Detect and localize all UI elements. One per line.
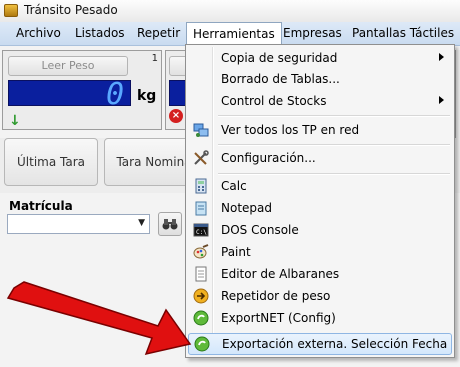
read-weight-button[interactable]: Leer Peso — [8, 56, 128, 76]
menu-item-label: Paint — [221, 245, 251, 259]
menu-item-dos-console[interactable]: C:\ DOS Console — [188, 219, 452, 241]
network-icon — [193, 123, 209, 137]
menu-herramientas[interactable]: Herramientas — [186, 22, 282, 45]
menu-item-label: Repetidor de peso — [221, 289, 331, 303]
weight-unit: kg — [137, 88, 157, 104]
menu-item-label: ExportNET (Config) — [221, 311, 336, 325]
weight-display: 0 — [8, 77, 131, 112]
window-title: Tránsito Pesado — [24, 3, 118, 17]
menu-bar: Archivo Listados Repetir Herramientas Em… — [0, 22, 460, 46]
search-button[interactable] — [158, 212, 182, 236]
menu-separator — [218, 144, 450, 146]
herramientas-dropdown: Copia de seguridad Borrado de Tablas... … — [185, 44, 455, 358]
menu-pantallas-tactiles[interactable]: Pantallas Táctiles — [352, 26, 454, 40]
calculator-icon — [195, 178, 207, 194]
menu-item-ver-tp-red[interactable]: Ver todos los TP en red — [188, 119, 452, 141]
menu-item-label: Editor de Albaranes — [221, 267, 340, 281]
submenu-arrow-icon — [439, 96, 444, 104]
menu-empresas[interactable]: Empresas — [283, 26, 342, 40]
menu-item-label: Control de Stocks — [221, 94, 327, 108]
red-arrow-annotation — [6, 281, 192, 356]
title-bar: Tránsito Pesado — [0, 0, 460, 22]
menu-item-paint[interactable]: Paint — [188, 241, 452, 263]
tools-icon — [194, 150, 209, 165]
menu-item-label: DOS Console — [221, 223, 299, 237]
menu-item-label: Notepad — [221, 201, 272, 215]
menu-item-editor-albaranes[interactable]: Editor de Albaranes — [188, 263, 452, 285]
scale-panel-1: Leer Peso 1 0 kg ↓ — [2, 50, 162, 130]
menu-item-label: Copia de seguridad — [221, 51, 338, 65]
scale-number: 1 — [151, 53, 158, 64]
menu-item-label: Exportación externa. Selección Fecha — [222, 337, 448, 351]
menu-item-exportnet-config[interactable]: ExportNET (Config) — [188, 307, 452, 329]
menu-item-copia-seguridad[interactable]: Copia de seguridad — [188, 47, 452, 69]
arrow-down-icon: ↓ — [9, 113, 21, 129]
matricula-label: Matrícula — [9, 199, 73, 213]
menu-item-label: Ver todos los TP en red — [221, 123, 360, 137]
last-tare-button[interactable]: Última Tara — [4, 138, 98, 186]
menu-repetir[interactable]: Repetir — [137, 26, 180, 40]
menu-listados[interactable]: Listados — [75, 26, 125, 40]
menu-item-configuracion[interactable]: Configuración... — [188, 147, 452, 169]
menu-item-repetidor-peso[interactable]: Repetidor de peso — [188, 285, 452, 307]
menu-item-borrado-tablas[interactable]: Borrado de Tablas... — [188, 68, 452, 90]
weight-value: 0 — [105, 77, 124, 112]
svg-text:C:\: C:\ — [196, 229, 207, 236]
paint-icon — [193, 244, 209, 259]
menu-item-calc[interactable]: Calc — [188, 175, 452, 197]
notepad-icon — [195, 201, 207, 216]
menu-item-label: Calc — [221, 179, 247, 193]
binoculars-icon — [162, 219, 178, 230]
error-icon: × — [169, 109, 183, 123]
chevron-down-icon[interactable]: ▼ — [138, 218, 145, 228]
menu-archivo[interactable]: Archivo — [16, 26, 61, 40]
menu-item-label: Configuración... — [221, 151, 316, 165]
menu-item-label: Borrado de Tablas... — [221, 72, 340, 86]
menu-item-exportacion-externa[interactable]: Exportación externa. Selección Fecha — [188, 333, 452, 355]
scale-panel-2: × — [165, 50, 199, 130]
console-icon: C:\ — [193, 223, 209, 237]
menu-item-control-stocks[interactable]: Control de Stocks — [188, 90, 452, 112]
app-icon — [4, 4, 18, 17]
submenu-arrow-icon — [439, 53, 444, 61]
menu-separator — [218, 115, 450, 117]
menu-item-notepad[interactable]: Notepad — [188, 197, 452, 219]
matricula-combobox[interactable]: ▼ — [7, 214, 150, 234]
